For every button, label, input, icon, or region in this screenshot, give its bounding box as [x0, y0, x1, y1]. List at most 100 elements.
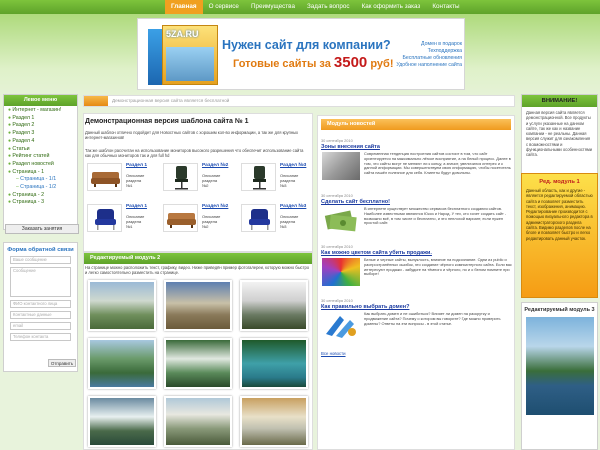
left-menu-label: Раздел 1: [12, 114, 35, 121]
nav-contacts[interactable]: Контакты: [426, 0, 465, 14]
product-card[interactable]: Раздел №3 Описание раздела №3: [241, 163, 306, 196]
gallery-photo[interactable]: [240, 280, 308, 331]
office-chair-image: [241, 163, 276, 191]
product-desc: Описание раздела №2: [202, 173, 221, 188]
attention-title: ВНИМАНИЕ!: [522, 95, 597, 107]
left-menu-label: Раздел новостей: [12, 160, 54, 167]
feedback-title: Форма обратной связи: [7, 247, 74, 253]
product-desc: Описание раздела №3: [280, 214, 299, 229]
left-menu-label: Страница - 1: [12, 168, 45, 175]
banner-subline: Готовые сайты за 3500 руб!: [233, 54, 394, 71]
product-link[interactable]: Раздел №2: [202, 163, 228, 168]
left-menu-label: Раздел 2: [12, 122, 35, 129]
product-link[interactable]: Раздел 1: [126, 163, 147, 168]
gallery-photo[interactable]: [240, 396, 308, 447]
banner-sub-text: Готовые сайты за: [233, 58, 331, 70]
product-box-image: 5ZA.RU: [148, 21, 220, 87]
breadcrumb-arrow: [84, 96, 108, 106]
product-link[interactable]: Раздел 1: [126, 204, 147, 209]
left-menu-item[interactable]: ● Страница - 1: [8, 169, 73, 177]
product-card[interactable]: Раздел №2 Описание раздела №2: [163, 204, 228, 237]
nav-advantages[interactable]: Преимущества: [245, 0, 301, 14]
left-menu-item[interactable]: ● Интернет - магазин!: [8, 107, 73, 115]
news-text: Как выбрать домен и не ошибиться? Влияет…: [364, 312, 501, 326]
field-contact-name[interactable]: ФИО контактного лица: [10, 300, 71, 308]
gallery-photo[interactable]: [164, 338, 232, 389]
module-3-title: Редактируемый модуль 3: [524, 307, 595, 313]
gallery-photo[interactable]: [88, 280, 156, 331]
product-link[interactable]: Раздел №3: [280, 163, 306, 168]
left-menu-label: Страница - 1/1: [20, 176, 57, 183]
module-2-title: Редактируемый модуль 2: [84, 253, 312, 264]
gallery-photo[interactable]: [88, 338, 156, 389]
news-date: 30 сентября 2010: [321, 244, 353, 249]
money-image: [322, 207, 360, 235]
nav-home[interactable]: Главная: [165, 0, 203, 14]
sofa-image: [163, 204, 198, 232]
banner-bullet: Удобное наполнение сайта: [396, 62, 462, 68]
field-email[interactable]: email: [10, 322, 71, 330]
gallery-photo[interactable]: [88, 396, 156, 447]
field-message[interactable]: Сообщение: [10, 267, 71, 297]
product-desc: Описание раздела №1: [126, 173, 145, 188]
product-card[interactable]: Раздел №3 Описание раздела №3: [241, 204, 306, 237]
left-menu-title: Левое меню: [4, 95, 77, 106]
product-link[interactable]: Раздел №3: [280, 204, 306, 209]
lake-mountain-photo[interactable]: [526, 317, 594, 415]
news-text: Белые и черные сайты, выпуклость, влияни…: [364, 258, 512, 277]
product-card[interactable]: Раздел №2 Описание раздела №2: [163, 163, 228, 196]
gallery-photo[interactable]: [164, 280, 232, 331]
left-menu: Левое меню ● Интернет - магазин! ● Раздел…: [3, 94, 78, 230]
attention-text: Данная версия сайта является демонстраци…: [526, 110, 593, 158]
product-card[interactable]: Раздел 1 Описание раздела №1: [87, 163, 147, 196]
news-date: 30 сентября 2010: [321, 138, 353, 143]
gallery-photo[interactable]: [240, 338, 308, 389]
news-link[interactable]: Зоны внесения сайта: [321, 144, 380, 150]
module-2-text: На странице можно расположить текст, гра…: [85, 265, 310, 276]
left-menu-item[interactable]: ● Раздел новостей: [8, 161, 73, 169]
sofa-image: [87, 163, 122, 191]
left-menu-item[interactable]: ● Страница - 3: [8, 199, 73, 207]
left-menu-item[interactable]: ● Рейтинг статей: [8, 153, 73, 161]
news-date: 30 сентября 2010: [321, 193, 353, 198]
news-link[interactable]: Сделать сайт бесплатно!: [321, 199, 390, 205]
field-subject[interactable]: Ваше сообщение: [10, 256, 71, 264]
nav-order[interactable]: Как оформить заказ: [356, 0, 427, 14]
left-menu-label: Страница - 1/2: [20, 184, 57, 191]
domain-icons-image: [322, 312, 360, 340]
main-paragraph: Так же шаблон рассчитан на использование…: [85, 148, 304, 159]
left-menu-label: Страница - 3: [12, 199, 45, 206]
blue-armchair-image: [241, 204, 276, 232]
left-menu-label: Раздел 4: [12, 137, 35, 144]
nav-ask[interactable]: Задать вопрос: [301, 0, 356, 14]
news-date: 30 сентября 2010: [321, 298, 353, 303]
news-title: Модуль новостей: [321, 119, 511, 130]
left-menu-item[interactable]: ● Страница - 2: [8, 192, 73, 200]
left-menu-item[interactable]: ● Раздел 4: [8, 138, 73, 146]
banner-price: 3500: [333, 54, 368, 71]
banner-bullet: Бесплатные обновления: [402, 55, 462, 61]
left-menu-item[interactable]: ● Раздел 2: [8, 122, 73, 130]
left-menu-label: Интернет - магазин!: [12, 107, 62, 113]
product-link[interactable]: Раздел №2: [202, 204, 228, 209]
gallery-photo[interactable]: [164, 396, 232, 447]
left-menu-label: Рейтинг статей: [12, 153, 50, 160]
product-desc: Описание раздела №1: [126, 214, 145, 229]
order-button[interactable]: Заказать занятия: [5, 224, 79, 234]
left-menu-item[interactable]: ● Раздел 1: [8, 115, 73, 123]
left-menu-item[interactable]: – Страница - 1/2: [8, 184, 73, 192]
all-news-link[interactable]: Все новости: [321, 351, 346, 356]
field-phone[interactable]: Телефон контакта: [10, 333, 71, 341]
left-menu-item[interactable]: ● Раздел 3: [8, 130, 73, 138]
field-contact-data[interactable]: Контактные данные: [10, 311, 71, 319]
breadcrumb: Демонстрационная версия сайта является б…: [83, 95, 515, 107]
product-card[interactable]: Раздел 1 Описание раздела №1: [87, 204, 147, 237]
left-menu-label: Раздел 3: [12, 130, 35, 137]
left-menu-list: ● Интернет - магазин! ● Раздел 1 ● Раздел …: [4, 106, 77, 208]
nav-about[interactable]: О сервисе: [203, 0, 245, 14]
submit-button[interactable]: Отправить: [48, 359, 76, 367]
left-menu-item[interactable]: – Страница - 1/1: [8, 176, 73, 184]
news-link[interactable]: Как правильно выбрать домен?: [321, 304, 409, 310]
banner-headline: Нужен сайт для компании?: [222, 38, 391, 52]
news-link[interactable]: Как можно цветом сайта убить продажи.: [321, 250, 432, 256]
